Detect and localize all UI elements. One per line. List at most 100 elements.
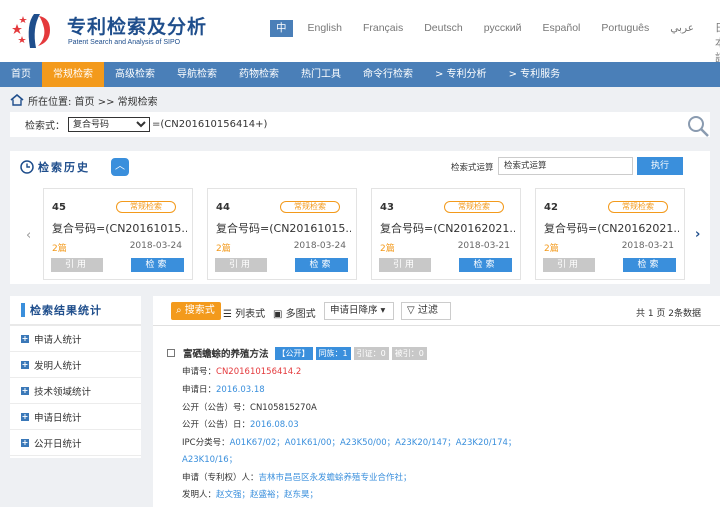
plus-icon: + [21,359,29,369]
lang-japanese[interactable]: 日本語 [709,20,720,64]
stat-label: 申请人统计 [34,334,82,346]
cite-button[interactable]: 引用 [543,258,595,272]
results-toolbar: ⌕ 搜索式 ☰ 列表式 ▣ 多图式 申请日降序 ▾ ▽ 过滤 共 1 页 2条数… [153,296,720,326]
nav-navigation-search[interactable]: 导航检索 [166,62,228,87]
stats-header: 检索结果统计 [10,296,141,326]
stat-label: 申请日统计 [34,412,82,424]
result-stats-panel: 检索结果统计 + 申请人统计 + 发明人统计 + 技术领域统计 + 申请日统计 … [10,296,141,458]
ipc-value[interactable]: A01K67/02；A01K61/00；A23K50/00；A23K20/147… [230,438,517,448]
query-type-select[interactable]: 复合号码 [68,117,150,132]
history-card[interactable]: 43 常规检索 复合号码=(CN20162021... 2篇 2018-03-2… [371,188,521,280]
cite-button[interactable]: 引用 [379,258,431,272]
history-number: 45 [52,202,66,213]
chevron-left-icon[interactable]: ‹ [26,228,31,243]
search-type-badge: 常规检索 [608,201,668,213]
language-switcher: 中文 English Français Deutsch русский Espa… [270,20,720,64]
caret-down-icon: ▾ [380,305,386,316]
stat-label: 发明人统计 [34,360,82,372]
search-view-icon: ⌕ [176,305,182,316]
nav-patent-service[interactable]: > 专利服务 [498,62,572,87]
nav-command-search[interactable]: 命令行检索 [352,62,424,87]
lang-spanish[interactable]: Español [536,20,586,37]
lang-german[interactable]: Deutsch [418,20,469,37]
list-icon: ☰ [223,309,232,320]
search-button[interactable]: 检索 [459,258,512,272]
page-info: 共 1 页 2条数据 [635,309,701,319]
lang-russian[interactable]: русский [478,20,528,37]
stat-tech-field[interactable]: + 技术领域统计 [10,378,141,404]
search-button[interactable]: 检索 [131,258,184,272]
stat-applicant[interactable]: + 申请人统计 [10,326,141,352]
pub-no-value: CN105815270A [250,403,317,413]
nav-patent-analysis[interactable]: > 专利分析 [424,62,498,87]
cited-badge: 被引：0 [391,346,427,360]
stat-app-date[interactable]: + 申请日统计 [10,404,141,430]
history-number: 43 [380,202,394,213]
cite-badge: 引证：0 [353,346,389,360]
view-list-button[interactable]: ☰ 列表式 [223,305,265,320]
chevron-right-icon[interactable]: › [695,227,700,242]
history-query: 复合号码=(CN20161015... [216,222,351,235]
sort-select[interactable]: 申请日降序 ▾ [324,302,394,320]
history-card[interactable]: 42 常规检索 复合号码=(CN20162021... 2篇 2018-03-2… [535,188,685,280]
view-search-button[interactable]: ⌕ 搜索式 [171,302,221,320]
nav-regular-search[interactable]: 常规检索 [42,62,104,87]
result-count: 2篇 [52,244,67,254]
site-subtitle: Patent Search and Analysis of SIPO [68,39,181,46]
search-history-panel: 检索历史 ︿ 检索式运算 检索式运算 执行 ‹ › 45 常规检索 复合号码=(… [10,151,710,284]
plus-icon: + [21,333,29,343]
result-title[interactable]: 富硒蟾蜍的养殖方法 [183,346,269,360]
status-badge: 【公开】 [274,346,313,360]
home-icon[interactable] [10,94,24,106]
clock-icon [20,160,34,174]
calc-input[interactable]: 检索式运算 [498,157,633,175]
history-date: 2018-03-21 [457,241,510,251]
field-pub-no: 公开（公告）号：CN105815270A [182,403,317,413]
history-card[interactable]: 44 常规检索 复合号码=(CN20161015... 2篇 2018-03-2… [207,188,357,280]
plus-icon: + [21,437,29,447]
history-number: 42 [544,202,558,213]
nav-hot-tools[interactable]: 热门工具 [290,62,352,87]
history-query: 复合号码=(CN20161015... [52,222,187,235]
plus-icon: + [21,411,29,421]
nav-home[interactable]: 首页 [0,62,42,87]
stat-inventor[interactable]: + 发明人统计 [10,352,141,378]
cite-button[interactable]: 引用 [215,258,267,272]
view-multi-image-button[interactable]: ▣ 多图式 [273,305,316,320]
search-icon[interactable] [686,114,710,138]
lang-chinese[interactable]: 中文 [270,20,293,49]
pub-date-value: 2016.08.03 [250,420,299,430]
lang-french[interactable]: Français [357,20,409,37]
filter-button[interactable]: ▽ 过滤 [401,302,451,320]
nav-drug-search[interactable]: 药物检索 [228,62,290,87]
nav-advanced-search[interactable]: 高级检索 [104,62,166,87]
applicant-value[interactable]: 吉林市昌邑区永发蟾蜍养殖专业合作社； [259,473,412,483]
result-title-row: 富硒蟾蜍的养殖方法 【公开】 同族：1 引证：0 被引：0 [167,346,430,360]
history-header: 检索历史 [20,159,90,175]
collapse-history-button[interactable]: ︿ [111,158,129,176]
site-title: 专利检索及分析 [67,16,208,38]
search-button[interactable]: 检索 [295,258,348,272]
filter-icon: ▽ [407,305,415,316]
lang-portuguese[interactable]: Português [595,20,655,37]
query-bar: 检索式： 复合号码 =(CN201610156414+) [10,112,710,137]
family-badge[interactable]: 同族：1 [315,346,351,360]
stats-title: 检索结果统计 [30,304,102,317]
app-date-value: 2016.03.18 [216,385,265,395]
ipc-value[interactable]: A23K10/16； [182,455,237,465]
result-checkbox[interactable] [167,349,175,357]
field-applicant: 申请（专利权）人：吉林市昌邑区永发蟾蜍养殖专业合作社； [182,473,412,483]
search-button[interactable]: 检索 [623,258,676,272]
history-card[interactable]: 45 常规检索 复合号码=(CN20161015... 2篇 2018-03-2… [43,188,193,280]
result-count: 2篇 [216,244,231,254]
lang-arabic[interactable]: عربي [664,20,700,37]
lang-english[interactable]: English [302,20,348,37]
app-no-value[interactable]: CN201610156414.2 [216,367,301,377]
result-count: 2篇 [380,244,395,254]
execute-button[interactable]: 执行 [637,157,683,175]
cite-button[interactable]: 引用 [51,258,103,272]
inventor-value[interactable]: 赵文强；赵盛裕；赵东昊； [216,490,318,500]
history-date: 2018-03-24 [293,241,346,251]
stat-label: 公开日统计 [34,438,82,450]
stat-pub-date[interactable]: + 公开日统计 [10,430,141,456]
